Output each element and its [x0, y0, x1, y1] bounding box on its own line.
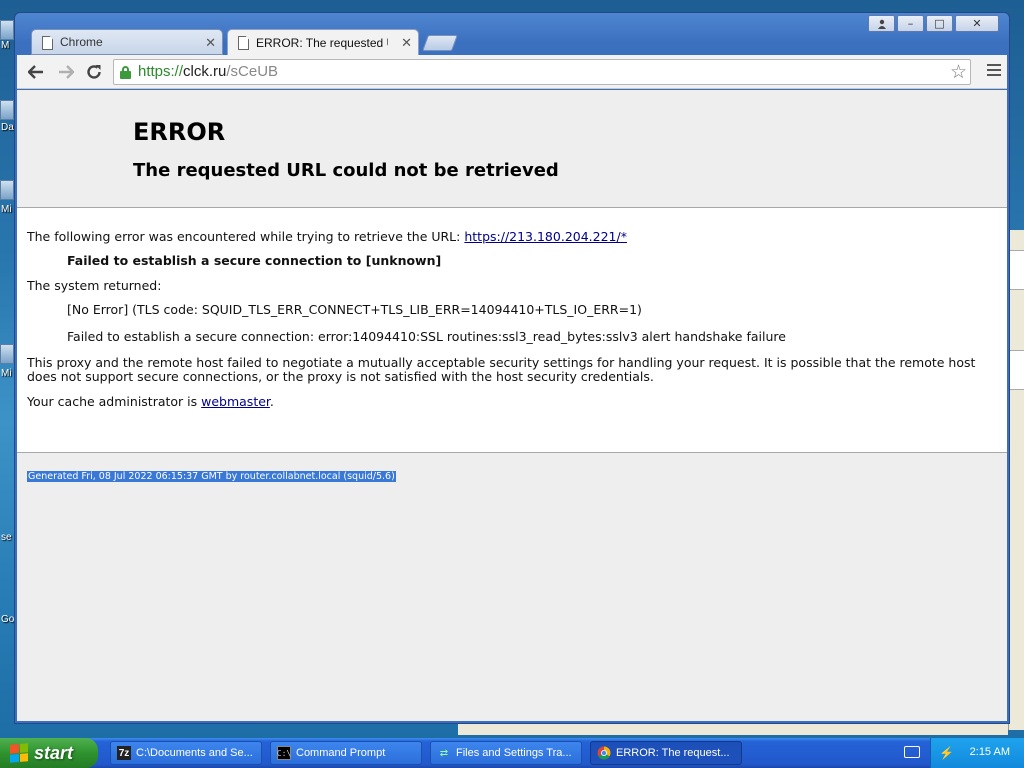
page-subtitle: The requested URL could not be retrieved	[133, 160, 559, 181]
page-footer: Generated Fri, 08 Jul 2022 06:15:37 GMT …	[17, 453, 1007, 494]
chrome-icon	[597, 746, 611, 760]
system-returned-label: The system returned:	[27, 277, 162, 293]
windows-logo-icon	[10, 743, 28, 763]
new-tab-button[interactable]	[422, 35, 458, 51]
page-icon	[238, 36, 249, 50]
error-header: ERROR The requested URL could not be ret…	[17, 90, 1007, 208]
system-detail: Failed to establish a secure connection:…	[67, 328, 786, 344]
url-scheme: https://	[138, 63, 184, 80]
tab-close-icon[interactable]: ✕	[205, 35, 216, 51]
keyboard-icon[interactable]	[904, 746, 920, 758]
page-icon	[42, 36, 53, 50]
error-body: The following error was encountered whil…	[17, 208, 1007, 453]
address-bar[interactable]: https://clck.ru/sCeUB ☆	[113, 59, 971, 85]
system-tray: ⚡ 2:15 AM	[930, 738, 1024, 768]
transfer-wizard-icon: ⇄	[439, 747, 449, 759]
error-name: Failed to establish a secure connection …	[67, 253, 442, 269]
desktop-icon[interactable]	[0, 344, 14, 364]
chrome-menu-icon[interactable]	[987, 64, 1001, 78]
taskbar-item-explorer[interactable]: 7z C:\Documents and Se...	[110, 741, 262, 765]
7zip-icon: 7z	[117, 746, 131, 760]
desktop-icon[interactable]	[0, 20, 14, 40]
desktop-icon-label[interactable]: Go	[1, 614, 14, 625]
desktop-icon-label[interactable]: Da	[1, 122, 14, 133]
taskbar-item-chrome[interactable]: ERROR: The request...	[590, 741, 742, 765]
background-window-edge[interactable]	[1008, 230, 1024, 730]
system-detail: [No Error] (TLS code: SQUID_TLS_ERR_CONN…	[67, 302, 642, 318]
url-text[interactable]: https://clck.ru/sCeUB	[138, 63, 278, 80]
browser-toolbar: https://clck.ru/sCeUB ☆	[17, 55, 1007, 89]
reload-button[interactable]	[83, 61, 105, 83]
explanation-paragraph: This proxy and the remote host failed to…	[27, 354, 976, 385]
intro-text: The following error was encountered whil…	[27, 229, 465, 244]
forward-button[interactable]	[55, 61, 77, 83]
taskbar-item-label: ERROR: The request...	[616, 747, 730, 759]
tab-title: Chrome	[60, 35, 103, 49]
browser-window: – □ ✕ Chrome ✕ ERROR: The requested URL …	[14, 12, 1010, 724]
desktop-icon-label[interactable]: se	[1, 532, 12, 543]
footer-text: Generated Fri, 08 Jul 2022 06:15:37 GMT …	[27, 471, 396, 482]
minimize-button[interactable]: –	[897, 15, 924, 32]
admin-prefix: Your cache administrator is	[27, 393, 202, 409]
taskbar: start 7z C:\Documents and Se... C:\ Comm…	[0, 738, 1024, 768]
maximize-button[interactable]: □	[926, 15, 953, 32]
intro-paragraph: The following error was encountered whil…	[27, 229, 997, 244]
url-path: /sCeUB	[226, 63, 279, 80]
tab-error[interactable]: ERROR: The requested URL ✕	[227, 29, 419, 55]
requested-url-link[interactable]: https://213.180.204.221/*	[464, 229, 627, 244]
window-controls: – □ ✕	[868, 15, 999, 32]
cmd-icon: C:\	[277, 746, 291, 760]
back-button[interactable]	[25, 61, 47, 83]
taskbar-item-label: Files and Settings Tra...	[456, 747, 572, 759]
admin-paragraph: Your cache administrator is webmaster.	[27, 393, 997, 409]
desktop-icon-label[interactable]: M	[1, 40, 9, 51]
lock-icon[interactable]	[120, 66, 131, 79]
taskbar-item-label: C:\Documents and Se...	[136, 747, 253, 759]
url-host: clck.ru	[183, 63, 227, 80]
start-button[interactable]: start	[0, 738, 98, 768]
page-viewport[interactable]: ERROR The requested URL could not be ret…	[17, 90, 1007, 721]
desktop-icon[interactable]	[0, 180, 14, 200]
taskbar-item-label: Command Prompt	[296, 747, 386, 759]
desktop-icon[interactable]	[0, 100, 14, 120]
taskbar-item-command-prompt[interactable]: C:\ Command Prompt	[270, 741, 422, 765]
tab-strip: Chrome ✕ ERROR: The requested URL ✕	[21, 29, 721, 55]
desktop-icon-label[interactable]: Mi	[1, 204, 12, 215]
taskbar-item-files-settings[interactable]: ⇄ Files and Settings Tra...	[430, 741, 582, 765]
close-button[interactable]: ✕	[955, 15, 999, 32]
clock[interactable]: 2:15 AM	[970, 746, 1010, 758]
tab-chrome[interactable]: Chrome ✕	[31, 29, 223, 55]
tab-close-icon[interactable]: ✕	[401, 35, 412, 51]
start-label: start	[34, 742, 74, 763]
desktop-icon-label[interactable]: Mi	[1, 368, 12, 379]
admin-suffix: .	[269, 393, 274, 409]
tab-title: ERROR: The requested URL	[256, 35, 388, 50]
webmaster-link[interactable]: webmaster	[201, 394, 270, 409]
network-icon[interactable]: ⚡	[939, 746, 954, 760]
page-title: ERROR	[133, 118, 226, 146]
bookmark-star-icon[interactable]: ☆	[950, 61, 967, 83]
user-profile-icon[interactable]	[868, 15, 895, 32]
